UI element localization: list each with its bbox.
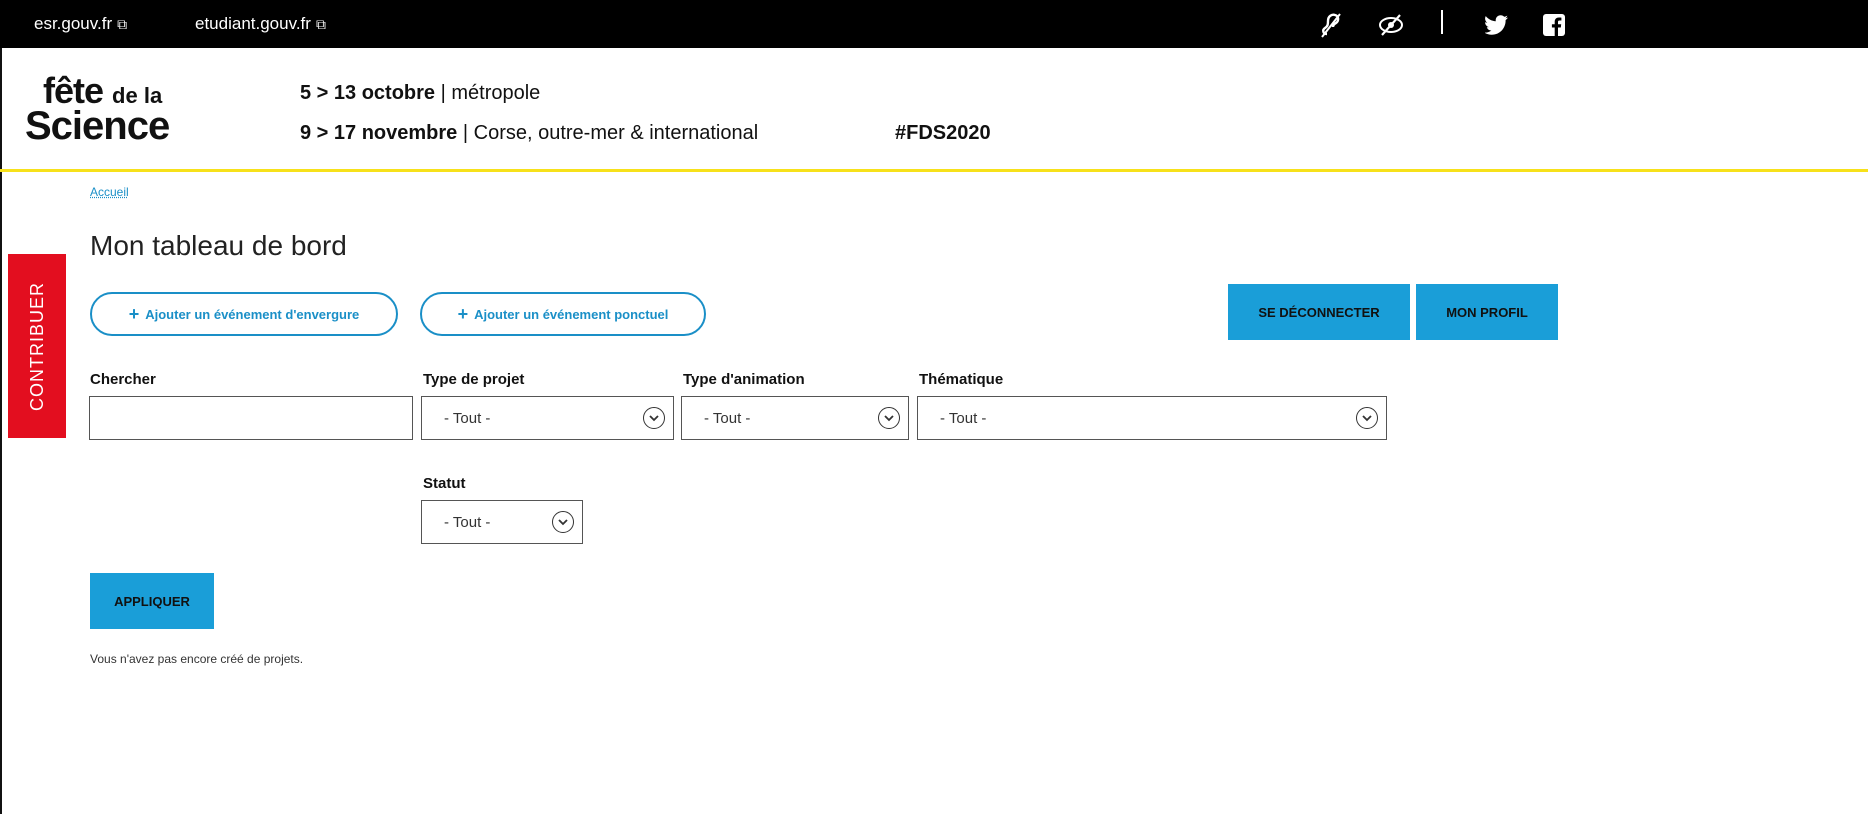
- profile-button[interactable]: MON PROFIL: [1416, 284, 1558, 340]
- date-outremer: 9 > 17 novembre | Corse, outre-mer & int…: [300, 122, 759, 144]
- eye-slash-icon[interactable]: [1378, 12, 1404, 38]
- date-metropole: 5 > 13 octobre | métropole: [300, 82, 541, 104]
- external-link-icon: ⧉: [117, 16, 128, 32]
- status-select[interactable]: - Tout -: [421, 500, 583, 544]
- theme-label: Thématique: [919, 371, 1004, 388]
- status-label: Statut: [423, 475, 466, 492]
- etudiant-link[interactable]: etudiant.gouv.fr ⧉: [195, 0, 326, 48]
- twitter-icon[interactable]: [1484, 12, 1510, 38]
- logout-button[interactable]: SE DÉCONNECTER: [1228, 284, 1410, 340]
- hearing-assist-icon[interactable]: [1318, 12, 1344, 38]
- chevron-down-icon: [878, 407, 900, 429]
- theme-select[interactable]: - Tout -: [917, 396, 1387, 440]
- top-bar: esr.gouv.fr ⧉ etudiant.gouv.fr ⧉: [0, 0, 1868, 48]
- search-input[interactable]: [89, 396, 413, 440]
- page-title: Mon tableau de bord: [90, 230, 347, 261]
- add-single-event-button[interactable]: + Ajouter un événement ponctuel: [420, 292, 706, 336]
- esr-link[interactable]: esr.gouv.fr ⧉: [34, 0, 127, 48]
- project-type-label: Type de projet: [423, 371, 525, 388]
- external-link-icon: ⧉: [315, 16, 326, 32]
- contribuer-tab[interactable]: CONTRIBUER: [8, 254, 66, 438]
- site-logo[interactable]: fête de la Science: [25, 70, 225, 158]
- empty-projects-message: Vous n'avez pas encore créé de projets.: [90, 652, 304, 666]
- chevron-down-icon: [643, 407, 665, 429]
- breadcrumb-home[interactable]: Accueil: [90, 185, 129, 199]
- search-label: Chercher: [90, 371, 156, 388]
- hashtag: #FDS2020: [895, 122, 991, 144]
- chevron-down-icon: [1356, 407, 1378, 429]
- animation-type-label: Type d'animation: [683, 371, 805, 388]
- plus-icon: +: [457, 303, 469, 324]
- separator: [1441, 10, 1443, 34]
- add-major-event-button[interactable]: + Ajouter un événement d'envergure: [90, 292, 398, 336]
- facebook-icon[interactable]: [1541, 12, 1567, 38]
- plus-icon: +: [128, 303, 140, 324]
- site-header: fête de la Science 5 > 13 octobre | métr…: [0, 48, 1868, 172]
- chevron-down-icon: [552, 511, 574, 533]
- animation-type-select[interactable]: - Tout -: [681, 396, 909, 440]
- apply-button[interactable]: APPLIQUER: [90, 573, 214, 629]
- project-type-select[interactable]: - Tout -: [421, 396, 674, 440]
